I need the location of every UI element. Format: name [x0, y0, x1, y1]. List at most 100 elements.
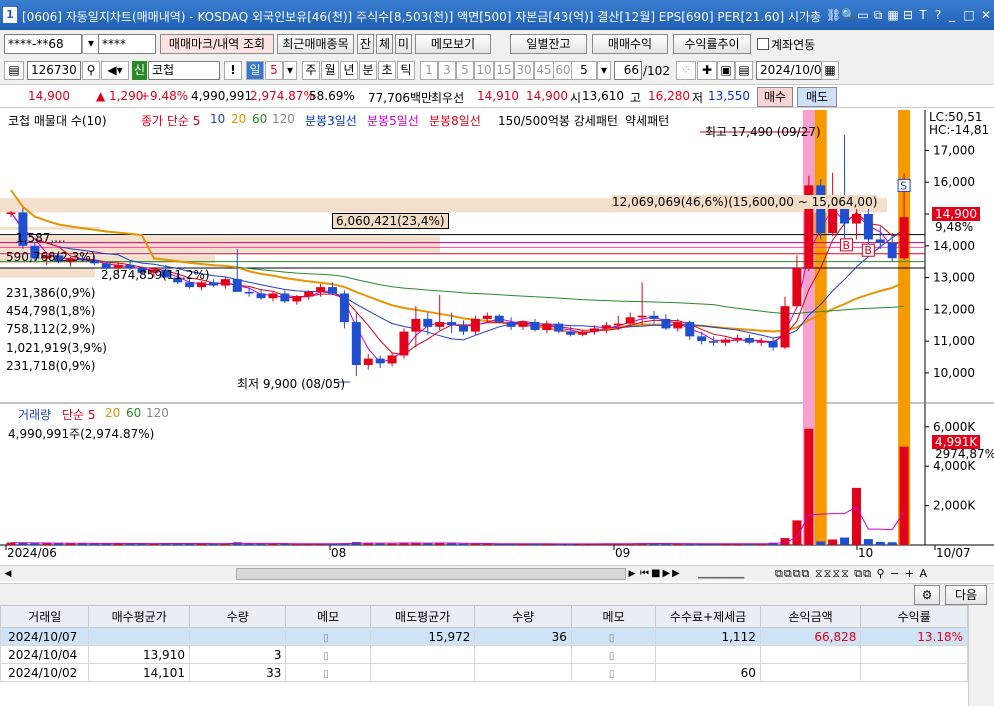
- unfilled-button[interactable]: 미: [395, 34, 412, 54]
- column-header-2[interactable]: 수량: [188, 605, 287, 628]
- period-2-button[interactable]: 년: [340, 61, 358, 80]
- table-scrollbar[interactable]: [968, 605, 994, 706]
- crosshair-icon[interactable]: ✚: [697, 61, 717, 80]
- column-header-9[interactable]: 수익률: [860, 605, 968, 628]
- interval-1-button[interactable]: 1: [420, 61, 438, 80]
- daily-balance-button[interactable]: 일별잔고: [510, 34, 587, 54]
- sell-button[interactable]: 매도: [797, 87, 837, 107]
- sound-icon[interactable]: ◀▾: [101, 61, 129, 80]
- interval-30-button[interactable]: 30: [514, 61, 534, 80]
- restore-icon[interactable]: ▭: [856, 8, 870, 22]
- candle-body: [482, 315, 492, 319]
- window-icon[interactable]: ⧉: [871, 8, 885, 22]
- table-row[interactable]: 2024/10/07 ▯ 15,972 36 ▯ 1,112 66,828 13.18%: [0, 627, 968, 646]
- lc-value: LC:50,51: [929, 110, 983, 124]
- column-header-1[interactable]: 매수평균가: [88, 605, 190, 628]
- column-header-8[interactable]: 손익금액: [759, 605, 862, 628]
- column-header-3[interactable]: 메모: [285, 605, 371, 628]
- text-icon[interactable]: T: [916, 8, 930, 22]
- help-icon[interactable]: ?: [931, 8, 945, 22]
- table-row[interactable]: 2024/10/02 14,101 33 ▯ ▯ 60: [0, 663, 968, 682]
- options-icon[interactable]: ⊟: [901, 8, 915, 22]
- maximize-icon[interactable]: □: [962, 8, 976, 22]
- zoom-slider[interactable]: ▁▁▁▁▁▁: [698, 567, 768, 581]
- close-icon[interactable]: ✕: [979, 8, 993, 22]
- stock-name-input[interactable]: 코첩: [148, 61, 220, 80]
- search-icon[interactable]: 🔍: [841, 8, 856, 22]
- scroll-left-icon[interactable]: ◀: [2, 568, 14, 580]
- buy-button[interactable]: 매수: [757, 87, 793, 107]
- period-value-field[interactable]: 5: [265, 61, 283, 80]
- search-icon[interactable]: ⚲: [82, 61, 100, 80]
- period-dropdown-icon[interactable]: ▾: [283, 61, 297, 80]
- column-header-4[interactable]: 매도평균가: [369, 605, 476, 628]
- interval-10-button[interactable]: 10: [474, 61, 494, 80]
- memo-icon[interactable]: ▯: [609, 669, 615, 680]
- draw-tool-icon[interactable]: ⁘: [676, 61, 696, 80]
- period-5-button[interactable]: 틱: [397, 61, 415, 80]
- tile-icon[interactable]: ▦: [886, 8, 900, 22]
- scrollbar-thumb[interactable]: [236, 568, 626, 580]
- page-input[interactable]: 66: [614, 61, 642, 80]
- return-trend-button[interactable]: 수익률추이: [673, 34, 751, 54]
- print-icon[interactable]: ▤: [735, 61, 753, 80]
- table-row[interactable]: 2024/10/04 13,910 3 ▯ ▯: [0, 645, 968, 664]
- next-button[interactable]: 다음: [945, 585, 987, 605]
- memo-icon[interactable]: ▯: [609, 651, 615, 662]
- period-daily-button[interactable]: 일: [246, 61, 264, 80]
- table-cell: 33: [188, 663, 287, 682]
- trade-mark-query-button[interactable]: 매매마크/내역 조회: [160, 34, 274, 54]
- column-header-0[interactable]: 거래일: [0, 605, 90, 628]
- account-link-checkbox[interactable]: [757, 38, 769, 50]
- volume-bar: [828, 539, 838, 545]
- column-header-6[interactable]: 메모: [570, 605, 657, 628]
- password-input[interactable]: ****: [98, 34, 156, 54]
- alert-icon[interactable]: !: [224, 61, 242, 80]
- account-input[interactable]: ****-**68: [4, 34, 82, 54]
- period-0-button[interactable]: 주: [302, 61, 320, 80]
- interval-3-button[interactable]: 3: [438, 61, 456, 80]
- minimize-icon[interactable]: _: [945, 8, 959, 22]
- interval-45-button[interactable]: 45: [534, 61, 554, 80]
- menu-icon[interactable]: ▤: [4, 61, 24, 80]
- memo-icon[interactable]: ▯: [323, 633, 329, 644]
- candlestick-chart[interactable]: 17,00016,00015,00014,00013,00012,00011,0…: [0, 110, 994, 565]
- chart-tool-icons[interactable]: ⧉⧉⧉⧉ ⧖⧖⧖⧖ ⧉⧉ ⚲ − + A: [775, 567, 993, 581]
- interval-value-field[interactable]: 5: [571, 61, 597, 80]
- memo-icon[interactable]: ▯: [609, 633, 615, 644]
- price-chart-area[interactable]: 17,00016,00015,00014,00013,00012,00011,0…: [0, 110, 994, 565]
- time-tick-label: 10/07: [936, 546, 971, 560]
- executed-button[interactable]: 체: [376, 34, 393, 54]
- recent-trades-button[interactable]: 최근매매종목: [277, 34, 354, 54]
- table-cell: 36: [474, 627, 572, 646]
- link-icon[interactable]: ⛓: [826, 8, 841, 22]
- candle-body: [339, 293, 349, 323]
- period-1-button[interactable]: 월: [321, 61, 339, 80]
- interval-60-button[interactable]: 60: [553, 61, 573, 80]
- memo-icon[interactable]: ▯: [323, 669, 329, 680]
- trade-profit-button[interactable]: 매매수익: [592, 34, 668, 54]
- gear-icon[interactable]: ⚙: [914, 585, 940, 605]
- scroll-right-icon[interactable]: ▶: [626, 568, 638, 580]
- stock-code-input[interactable]: 126730: [27, 61, 81, 80]
- interval-dropdown-icon[interactable]: ▾: [597, 61, 611, 80]
- volume-legend-item-1: 단순 5: [62, 408, 96, 422]
- date-input[interactable]: 2024/10/07: [756, 61, 822, 80]
- candle-body: [601, 325, 611, 329]
- column-header-5[interactable]: 수량: [474, 605, 572, 628]
- save-icon[interactable]: ▣: [717, 61, 735, 80]
- column-header-7[interactable]: 수수료+제세금: [655, 605, 761, 628]
- chart-scrollbar[interactable]: ◀ ▶ ⏮■▶▶ ▁▁▁▁▁▁ ⧉⧉⧉⧉ ⧖⧖⧖⧖ ⧉⧉ ⚲ − + A: [0, 565, 994, 581]
- candle-body: [423, 318, 433, 327]
- table-cell: [369, 663, 476, 682]
- interval-15-button[interactable]: 15: [494, 61, 514, 80]
- interval-5-button[interactable]: 5: [456, 61, 474, 80]
- playback-controls[interactable]: ⏮■▶▶: [640, 567, 688, 581]
- period-4-button[interactable]: 초: [378, 61, 396, 80]
- balance-button[interactable]: 잔: [357, 34, 374, 54]
- calendar-icon[interactable]: ▦: [821, 61, 839, 80]
- memo-icon[interactable]: ▯: [323, 651, 329, 662]
- memo-view-button[interactable]: 메모보기: [415, 34, 491, 54]
- high-label: 고: [630, 91, 642, 105]
- period-3-button[interactable]: 분: [359, 61, 377, 80]
